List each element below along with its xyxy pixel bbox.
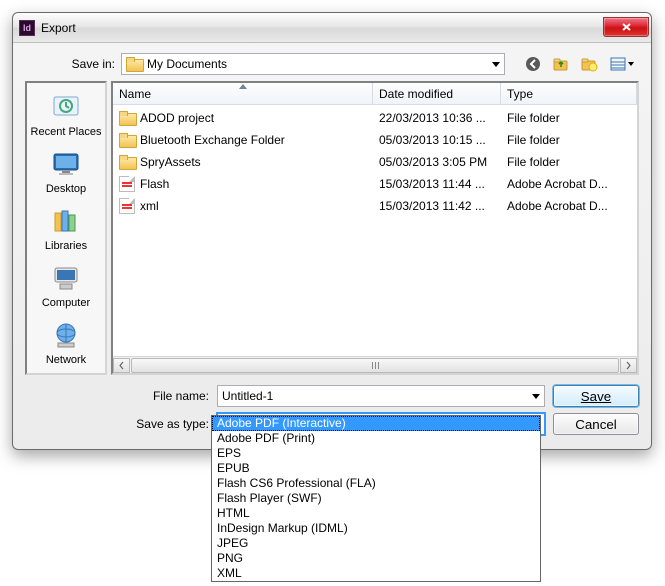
window-title: Export	[41, 21, 603, 35]
filename-combo[interactable]: Untitled-1	[217, 385, 545, 407]
place-libraries[interactable]: Libraries	[27, 201, 105, 258]
type-option[interactable]: HTML	[212, 506, 540, 521]
file-date: 15/03/2013 11:42 ...	[373, 199, 501, 213]
app-icon: Id	[19, 20, 35, 36]
file-list-panel: Name Date modified Type ADOD project 22/0…	[111, 81, 639, 375]
place-label: Libraries	[45, 240, 87, 252]
folder-icon	[119, 132, 135, 148]
save-in-combo[interactable]: My Documents	[121, 53, 505, 75]
filename-value: Untitled-1	[222, 389, 273, 403]
nav-back-button[interactable]	[521, 53, 545, 75]
file-type: File folder	[501, 155, 637, 169]
close-button[interactable]	[603, 17, 649, 37]
type-option[interactable]: Adobe PDF (Print)	[212, 431, 540, 446]
column-header-name[interactable]: Name	[113, 83, 373, 104]
recent-places-icon	[50, 91, 82, 123]
sort-asc-icon	[239, 84, 247, 89]
file-type: Adobe Acrobat D...	[501, 199, 637, 213]
file-name: ADOD project	[140, 111, 214, 125]
pdf-icon	[119, 176, 135, 192]
type-option[interactable]: EPUB	[212, 461, 540, 476]
nav-views-button[interactable]	[605, 53, 639, 75]
column-header-date[interactable]: Date modified	[373, 83, 501, 104]
type-option[interactable]: Flash CS6 Professional (FLA)	[212, 476, 540, 491]
file-row[interactable]: Flash 15/03/2013 11:44 ...Adobe Acrobat D…	[113, 173, 637, 195]
libraries-icon	[50, 205, 82, 237]
filename-label: File name:	[119, 389, 209, 403]
file-date: 22/03/2013 10:36 ...	[373, 111, 501, 125]
place-label: Computer	[42, 297, 90, 309]
file-name: SpryAssets	[140, 155, 201, 169]
views-icon	[610, 57, 626, 71]
file-date: 15/03/2013 11:44 ...	[373, 177, 501, 191]
up-folder-icon	[552, 56, 570, 72]
file-rows: ADOD project22/03/2013 10:36 ...File fol…	[113, 105, 637, 356]
type-option[interactable]: Flash Player (SWF)	[212, 491, 540, 506]
new-folder-icon	[580, 56, 598, 72]
file-row[interactable]: xml 15/03/2013 11:42 ...Adobe Acrobat D..…	[113, 195, 637, 217]
column-header-type[interactable]: Type	[501, 83, 637, 104]
place-label: Desktop	[46, 183, 86, 195]
titlebar[interactable]: Id Export	[13, 13, 651, 43]
file-name: Bluetooth Exchange Folder	[140, 133, 285, 147]
save-as-type-dropdown[interactable]: Adobe PDF (Interactive)Adobe PDF (Print)…	[211, 415, 541, 582]
folder-icon	[119, 154, 135, 170]
file-type: Adobe Acrobat D...	[501, 177, 637, 191]
file-type: File folder	[501, 111, 637, 125]
file-row[interactable]: SpryAssets 05/03/2013 3:05 PMFile folder	[113, 151, 637, 173]
pdf-icon	[119, 198, 135, 214]
place-label: Recent Places	[31, 126, 102, 138]
folder-icon	[119, 110, 135, 126]
place-computer[interactable]: Computer	[27, 258, 105, 315]
horizontal-scrollbar[interactable]	[113, 356, 637, 373]
place-recent-places[interactable]: Recent Places	[27, 87, 105, 144]
place-desktop[interactable]: Desktop	[27, 144, 105, 201]
scroll-left-button[interactable]	[113, 358, 130, 373]
computer-icon	[50, 262, 82, 294]
chevron-down-icon	[532, 394, 540, 399]
type-option[interactable]: Adobe PDF (Interactive)	[212, 416, 540, 431]
place-label: Network	[46, 354, 86, 366]
type-option[interactable]: XML	[212, 566, 540, 581]
save-as-type-label: Save as type:	[119, 417, 209, 431]
folder-icon	[126, 56, 142, 72]
nav-newfolder-button[interactable]	[577, 53, 601, 75]
export-dialog: Id Export Save in: My Documents	[12, 12, 652, 450]
type-option[interactable]: JPEG	[212, 536, 540, 551]
chevron-down-icon	[492, 62, 500, 67]
cancel-button[interactable]: Cancel	[553, 413, 639, 435]
file-name: xml	[140, 199, 159, 213]
network-icon	[50, 319, 82, 351]
file-row[interactable]: Bluetooth Exchange Folder 05/03/2013 10:1…	[113, 129, 637, 151]
file-date: 05/03/2013 10:15 ...	[373, 133, 501, 147]
close-icon	[621, 22, 632, 32]
save-in-label: Save in:	[59, 57, 115, 71]
chevron-down-icon	[628, 62, 634, 66]
desktop-icon	[50, 148, 82, 180]
type-option[interactable]: InDesign Markup (IDML)	[212, 521, 540, 536]
nav-up-button[interactable]	[549, 53, 573, 75]
file-type: File folder	[501, 133, 637, 147]
save-button[interactable]: Save	[553, 385, 639, 407]
file-name: Flash	[140, 177, 169, 191]
place-network[interactable]: Network	[27, 315, 105, 372]
file-row[interactable]: ADOD project 22/03/2013 10:36 ...File fol…	[113, 107, 637, 129]
scroll-thumb[interactable]	[131, 358, 619, 373]
scroll-right-button[interactable]	[620, 358, 637, 373]
places-bar: Recent Places Desktop Libraries Computer Net…	[25, 81, 107, 375]
save-in-value: My Documents	[147, 57, 227, 71]
type-option[interactable]: EPS	[212, 446, 540, 461]
file-date: 05/03/2013 3:05 PM	[373, 155, 501, 169]
back-icon	[525, 56, 541, 72]
type-option[interactable]: PNG	[212, 551, 540, 566]
